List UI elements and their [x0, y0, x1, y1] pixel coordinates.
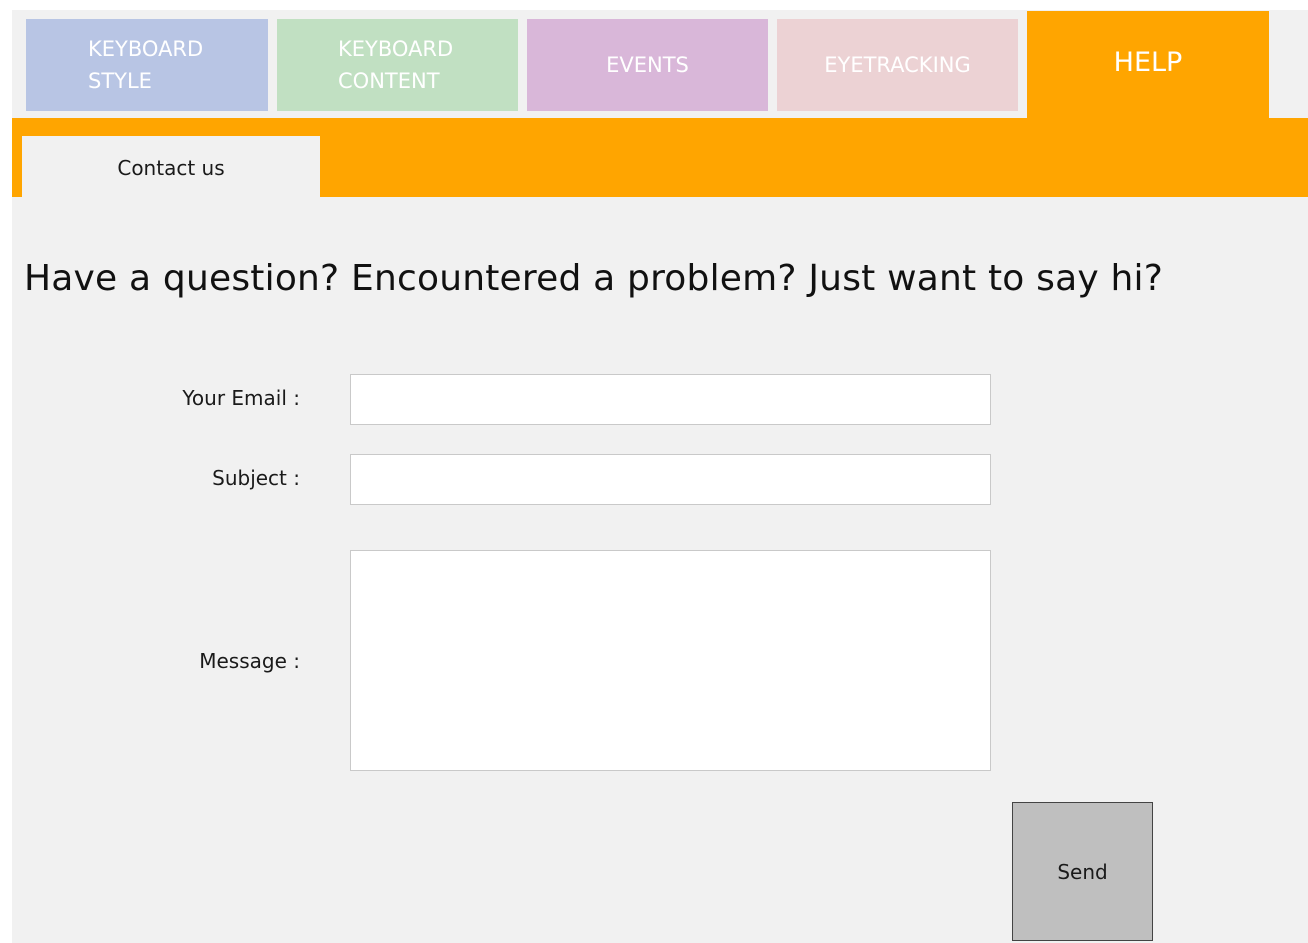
top-edge — [0, 0, 1308, 10]
message-field[interactable] — [350, 550, 991, 771]
tab-help[interactable]: HELP — [1027, 11, 1269, 121]
tab-keyboard-content[interactable]: KEYBOARD CONTENT — [277, 19, 518, 111]
subject-label: Subject : — [212, 466, 300, 490]
page-heading: Have a question? Encountered a problem? … — [24, 258, 1164, 299]
message-label: Message : — [199, 649, 300, 673]
subtab-contact-us-label: Contact us — [117, 155, 225, 180]
email-label: Your Email : — [182, 386, 300, 410]
app-window: KEYBOARD STYLE KEYBOARD CONTENT EVENTS E… — [0, 0, 1308, 943]
send-button-label: Send — [1057, 859, 1108, 884]
tab-events[interactable]: EVENTS — [527, 19, 768, 111]
email-field[interactable] — [350, 374, 991, 425]
subtab-contact-us[interactable]: Contact us — [22, 136, 320, 199]
send-button[interactable]: Send — [1012, 802, 1153, 941]
tab-keyboard-style[interactable]: KEYBOARD STYLE — [26, 19, 268, 111]
tab-keyboard-content-label: KEYBOARD CONTENT — [338, 37, 454, 93]
tab-events-label: EVENTS — [606, 53, 689, 77]
subject-field[interactable] — [350, 454, 991, 505]
tab-eyetracking[interactable]: EYETRACKING — [777, 19, 1018, 111]
tab-keyboard-style-label: KEYBOARD STYLE — [88, 37, 204, 93]
tab-help-label: HELP — [1113, 47, 1183, 78]
tab-eyetracking-label: EYETRACKING — [824, 53, 971, 77]
